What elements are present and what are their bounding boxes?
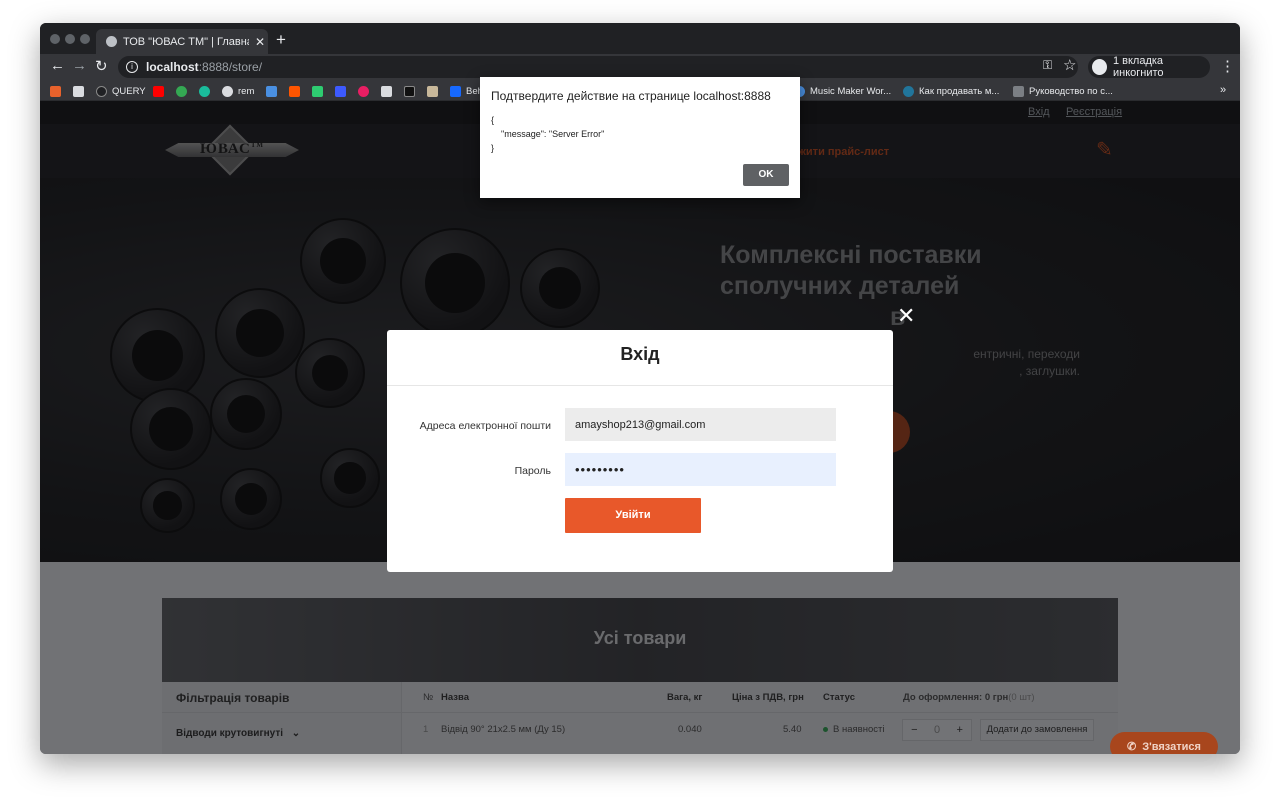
play-icon [176, 85, 187, 97]
login-modal: Вхід Адреса електронної пошти amayshop21… [387, 330, 893, 572]
globe-icon [222, 85, 233, 97]
bookmark-item[interactable] [73, 84, 89, 98]
medium-icon [404, 85, 415, 97]
bookmark-icon [50, 85, 61, 97]
bookmark-item[interactable] [266, 84, 282, 98]
password-field[interactable]: ••••••••• [565, 453, 836, 486]
bookmark-icon [73, 85, 84, 97]
close-modal-icon[interactable]: ✕ [897, 305, 915, 327]
url-path: :8888/store/ [198, 60, 263, 74]
bookmark-item[interactable]: QUERY [96, 84, 146, 98]
bookmark-item[interactable] [153, 84, 169, 98]
login-submit-button[interactable]: Увійти [565, 498, 701, 533]
bookmark-item[interactable] [176, 84, 192, 98]
bookmark-icon [312, 85, 323, 97]
divider [387, 385, 893, 386]
alert-dialog: Подтвердите действие на странице localho… [480, 77, 800, 198]
modal-title: Вхід [620, 344, 660, 364]
incognito-label: 1 вкладка инкогнито [1112, 55, 1164, 79]
key-icon[interactable]: ⚿ [1043, 58, 1052, 73]
bookmark-icon [381, 85, 392, 97]
site-favicon-icon [106, 36, 117, 47]
bookmark-item[interactable] [381, 84, 397, 98]
page-content: Вхід Реєстрація ЮВАСТМ ажити прайс-лист … [40, 101, 1240, 754]
phone-icon: ✆ [1127, 741, 1137, 753]
bookmark-item[interactable]: Beh [450, 84, 483, 98]
alert-title: Подтвердите действие на странице localho… [491, 89, 771, 103]
alert-message: { "message": "Server Error" } [491, 115, 605, 153]
tab-strip: ТОВ "ЮВАС ТМ" | Главная стр ✕ + [40, 23, 1240, 54]
bookmark-item[interactable] [335, 84, 351, 98]
chat-icon [266, 85, 277, 97]
bookmark-item[interactable]: Music Maker Wor... [794, 84, 891, 98]
back-arrow-icon[interactable]: ← [50, 57, 65, 74]
tab-title: ТОВ "ЮВАС ТМ" | Главная стр [123, 35, 249, 48]
address-bar[interactable]: i localhost:8888/store/ [118, 56, 1078, 78]
bookmark-star-icon[interactable]: ☆ [1063, 56, 1076, 74]
contact-label: З'вязатися [1142, 740, 1201, 753]
browser-window: ТОВ "ЮВАС ТМ" | Главная стр ✕ + ← → ↻ i … [40, 23, 1240, 754]
github-icon [96, 85, 107, 97]
reload-icon[interactable]: ↻ [95, 57, 108, 75]
contact-button[interactable]: ✆ З'вязатися [1110, 732, 1218, 754]
bookmark-item[interactable] [404, 84, 420, 98]
bookmark-item[interactable] [312, 84, 328, 98]
wordpress-icon [903, 85, 914, 97]
bookmark-icon [427, 85, 438, 97]
site-info-icon[interactable]: i [126, 61, 138, 73]
alert-ok-button[interactable]: OK [743, 164, 789, 186]
email-field[interactable]: amayshop213@gmail.com [565, 408, 836, 441]
password-label: Пароль [514, 465, 551, 477]
more-bookmarks-icon[interactable]: » [1220, 84, 1226, 96]
bookmark-item[interactable]: rem [222, 84, 254, 98]
bookmark-icon [1013, 85, 1024, 97]
maximize-window-button[interactable] [80, 34, 90, 44]
bookmark-item[interactable] [199, 84, 215, 98]
bookmark-icon [199, 85, 210, 97]
bookmark-item[interactable]: Как продавать м... [903, 84, 999, 98]
behance-icon [450, 85, 461, 97]
youtube-icon [153, 85, 164, 97]
minimize-window-button[interactable] [65, 34, 75, 44]
email-label: Адреса електронної пошти [419, 420, 551, 432]
close-tab-icon[interactable]: ✕ [255, 35, 265, 49]
bookmark-item[interactable] [50, 84, 66, 98]
dribbble-icon [358, 85, 369, 97]
new-tab-icon[interactable]: + [276, 30, 286, 50]
bookmark-item[interactable] [289, 84, 305, 98]
soundcloud-icon [289, 85, 300, 97]
browser-menu-icon[interactable]: ⋮ [1220, 57, 1235, 75]
bookmark-item[interactable]: Руководство по с... [1013, 84, 1113, 98]
incognito-icon [1092, 59, 1107, 75]
bookmark-item[interactable] [427, 84, 443, 98]
forward-arrow-icon[interactable]: → [72, 57, 87, 74]
bookmark-item[interactable] [358, 84, 374, 98]
url-host: localhost [146, 60, 199, 74]
bookmark-icon [335, 85, 346, 97]
close-window-button[interactable] [50, 34, 60, 44]
incognito-indicator[interactable]: 1 вкладка инкогнито [1088, 55, 1210, 79]
browser-tab[interactable]: ТОВ "ЮВАС ТМ" | Главная стр ✕ [96, 29, 268, 54]
